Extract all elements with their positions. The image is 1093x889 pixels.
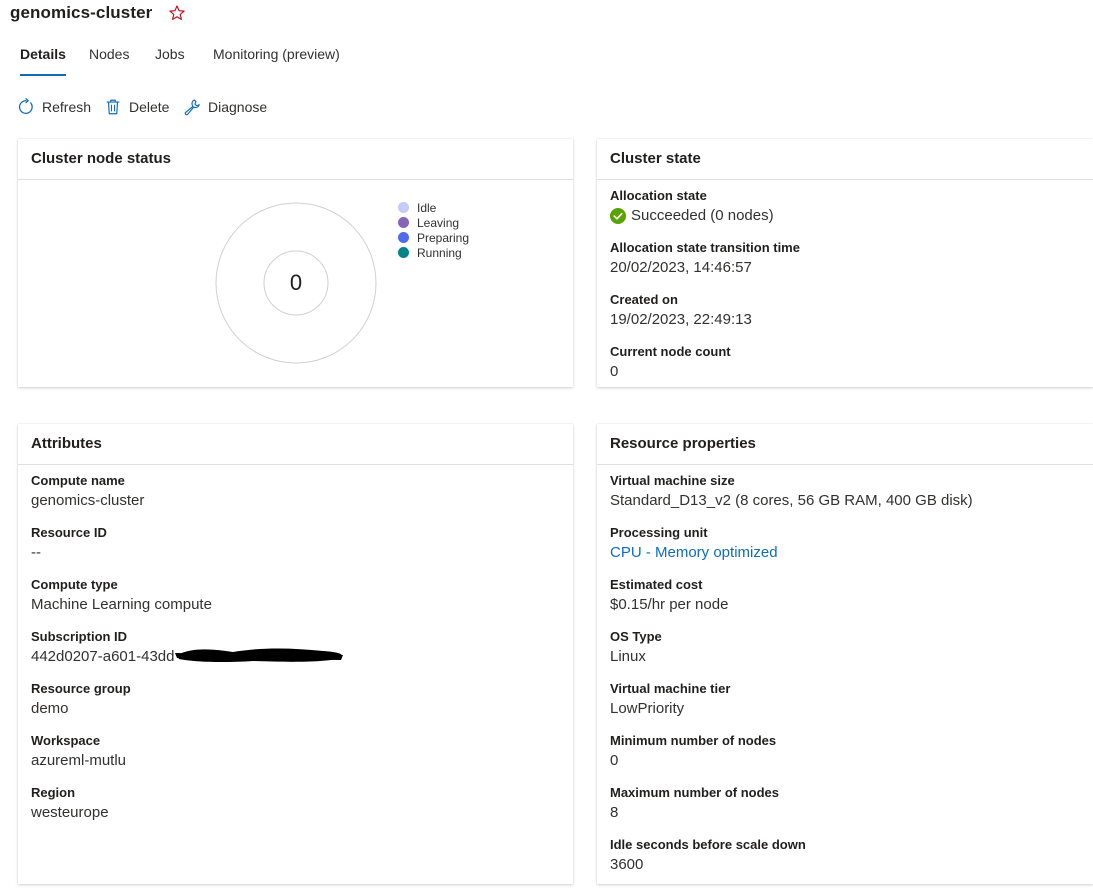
prop-label: Processing unit [610,525,708,540]
prop-value: westeurope [31,804,109,821]
prop-idle-seconds: Idle seconds before scale down 3600 [610,837,1093,889]
cluster-node-status-card: Cluster node status 0 Idle Leaving Prepa… [18,139,573,387]
prop-label: Created on [610,292,678,307]
prop-label: Current node count [610,344,731,359]
legend-dot-running [398,247,409,258]
prop-value: Succeeded (0 nodes) [610,204,1093,228]
star-icon[interactable] [168,4,186,22]
legend-dot-idle [398,202,409,213]
prop-label: Virtual machine tier [610,681,731,696]
refresh-label: Refresh [42,99,92,115]
prop-value: Standard_D13_v2 (8 cores, 56 GB RAM, 400… [610,492,973,509]
legend-item-idle[interactable]: Idle [398,200,469,215]
title-row: genomics-cluster [10,2,186,24]
refresh-button[interactable]: Refresh [17,96,91,118]
prop-label: Virtual machine size [610,473,735,488]
prop-label: Resource group [31,681,131,696]
prop-label: Compute type [31,577,118,592]
node-status-donut: 0 [215,202,377,364]
delete-label: Delete [129,99,170,115]
prop-workspace: Workspace azureml-mutlu [31,733,573,785]
prop-resource-id: Resource ID -- [31,525,573,577]
prop-value: -- [31,544,41,561]
prop-compute-type: Compute type Machine Learning compute [31,577,573,629]
prop-label: Workspace [31,733,101,748]
prop-label: Resource ID [31,525,107,540]
legend-label: Preparing [417,230,470,245]
prop-value: Linux [610,648,646,665]
prop-resource-group: Resource group demo [31,681,573,733]
prop-compute-name: Compute name genomics-cluster [31,473,573,525]
prop-created-on: Created on 19/02/2023, 22:49:13 [610,292,1093,344]
prop-allocation-state: Allocation state Succeeded (0 nodes) [610,188,1093,240]
legend-label: Leaving [417,215,460,230]
node-status-legend: Idle Leaving Preparing Running [398,200,469,260]
tab-jobs[interactable]: Jobs [155,44,185,76]
prop-processing-unit: Processing unit CPU - Memory optimized [610,525,1093,577]
prop-label: OS Type [610,629,662,644]
prop-label: Allocation state [610,188,707,203]
trash-icon [106,99,120,115]
prop-value: 0 [610,363,619,380]
prop-value: demo [31,700,69,717]
prop-value: 19/02/2023, 22:49:13 [610,311,752,328]
legend-dot-preparing [398,232,409,243]
prop-label: Region [31,785,76,800]
prop-value: 0 [610,752,619,769]
cluster-state-card: Cluster state Allocation state Succeeded… [597,139,1093,387]
prop-os-type: OS Type Linux [610,629,1093,681]
prop-region: Region westeurope [31,785,573,837]
card-title: Attributes [18,424,573,465]
diagnose-button[interactable]: Diagnose [183,96,267,118]
legend-dot-leaving [398,217,409,228]
diagnose-label: Diagnose [208,99,268,115]
tab-details[interactable]: Details [20,44,66,76]
prop-min-nodes: Minimum number of nodes 0 [610,733,1093,785]
prop-value: $0.15/hr per node [610,596,729,613]
prop-max-nodes: Maximum number of nodes 8 [610,785,1093,837]
processing-unit-link[interactable]: CPU - Memory optimized [610,541,1093,565]
prop-node-count: Current node count 0 [610,344,1093,396]
node-total-count: 0 [289,270,303,295]
resource-properties-list: Virtual machine size Standard_D13_v2 (8 … [597,465,1093,889]
tab-nodes[interactable]: Nodes [89,44,129,76]
redaction-mark [175,648,343,663]
resource-properties-card: Resource properties Virtual machine size… [597,424,1093,884]
wrench-icon [184,99,200,116]
prop-label: Allocation state transition time [610,240,800,255]
prop-transition-time: Allocation state transition time 20/02/2… [610,240,1093,292]
prop-value: LowPriority [610,700,685,717]
prop-value: 20/02/2023, 14:46:57 [610,259,752,276]
tab-monitoring[interactable]: Monitoring (preview) [213,44,340,76]
card-title: Cluster node status [18,139,573,180]
prop-estimated-cost: Estimated cost $0.15/hr per node [610,577,1093,629]
delete-button[interactable]: Delete [104,96,169,118]
prop-value: azureml-mutlu [31,752,127,769]
card-title: Cluster state [597,139,1093,180]
legend-item-leaving[interactable]: Leaving [398,215,469,230]
legend-label: Idle [417,200,437,215]
allocation-state-value: Succeeded (0 nodes) [631,207,774,224]
prop-value: 3600 [610,856,644,873]
prop-label: Maximum number of nodes [610,785,780,800]
legend-item-running[interactable]: Running [398,245,469,260]
cluster-state-list: Allocation state Succeeded (0 nodes) All… [597,180,1093,396]
prop-value: genomics-cluster [31,492,145,509]
prop-vm-size: Virtual machine size Standard_D13_v2 (8 … [610,473,1093,525]
legend-label: Running [417,245,462,260]
page-title: genomics-cluster [10,3,153,22]
prop-value: 8 [610,804,619,821]
prop-label: Estimated cost [610,577,703,592]
card-title: Resource properties [597,424,1093,465]
success-check-icon [610,208,626,224]
legend-item-preparing[interactable]: Preparing [398,230,469,245]
prop-label: Idle seconds before scale down [610,837,806,852]
prop-value: Machine Learning compute [31,596,212,613]
prop-vm-tier: Virtual machine tier LowPriority [610,681,1093,733]
prop-label: Minimum number of nodes [610,733,777,748]
refresh-icon [18,98,33,114]
prop-label: Compute name [31,473,125,488]
